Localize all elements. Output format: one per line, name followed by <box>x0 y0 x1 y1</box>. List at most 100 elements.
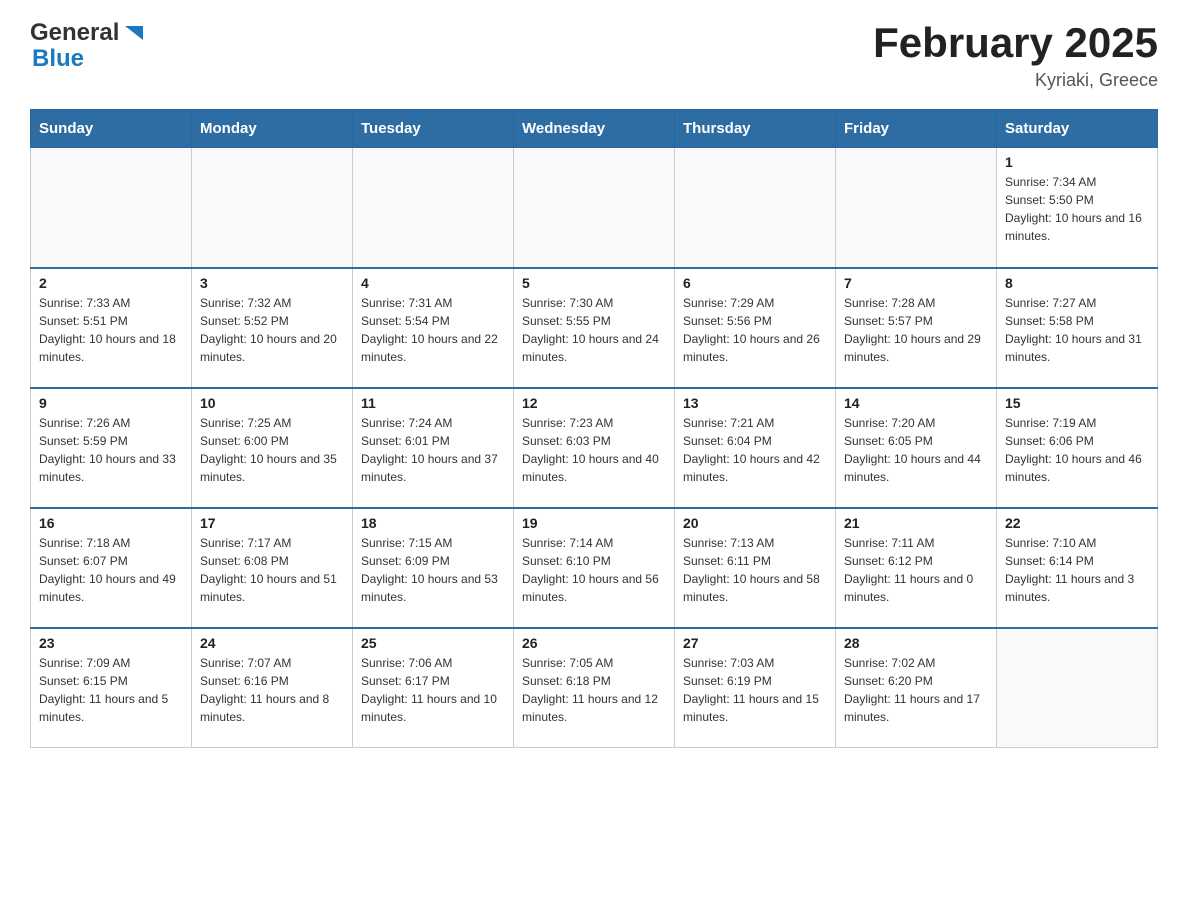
day-number: 28 <box>844 635 988 651</box>
logo-triangle-icon <box>121 22 143 44</box>
calendar-day-cell: 22 Sunrise: 7:10 AMSunset: 6:14 PMDayligh… <box>997 508 1158 628</box>
day-number: 5 <box>522 275 666 291</box>
calendar-table: SundayMondayTuesdayWednesdayThursdayFrid… <box>30 109 1158 748</box>
day-number: 1 <box>1005 154 1149 170</box>
calendar-day-cell <box>514 148 675 268</box>
calendar-day-cell: 12Sunrise: 7:23 AMSunset: 6:03 PMDayligh… <box>514 388 675 508</box>
day-info: Sunrise: 7:07 AMSunset: 6:16 PMDaylight:… <box>200 654 344 726</box>
calendar-day-cell: 7Sunrise: 7:28 AMSunset: 5:57 PMDaylight… <box>836 268 997 388</box>
calendar-week-row: 1 Sunrise: 7:34 AMSunset: 5:50 PMDaylight… <box>31 148 1158 268</box>
day-info: Sunrise: 7:24 AMSunset: 6:01 PMDaylight:… <box>361 414 505 486</box>
day-number: 2 <box>39 275 183 291</box>
day-number: 21 <box>844 515 988 531</box>
day-info: Sunrise: 7:14 AMSunset: 6:10 PMDaylight:… <box>522 534 666 606</box>
day-number: 19 <box>522 515 666 531</box>
calendar-day-cell <box>353 148 514 268</box>
calendar-day-cell: 18Sunrise: 7:15 AMSunset: 6:09 PMDayligh… <box>353 508 514 628</box>
calendar-day-cell: 24Sunrise: 7:07 AMSunset: 6:16 PMDayligh… <box>192 628 353 748</box>
day-info: Sunrise: 7:10 AMSunset: 6:14 PMDaylight:… <box>1005 534 1149 606</box>
day-info: Sunrise: 7:06 AMSunset: 6:17 PMDaylight:… <box>361 654 505 726</box>
day-number: 8 <box>1005 275 1149 291</box>
calendar-week-row: 2 Sunrise: 7:33 AMSunset: 5:51 PMDaylight… <box>31 268 1158 388</box>
calendar-day-cell: 2 Sunrise: 7:33 AMSunset: 5:51 PMDaylight… <box>31 268 192 388</box>
calendar-day-cell <box>997 628 1158 748</box>
day-number: 6 <box>683 275 827 291</box>
calendar-day-cell: 26 Sunrise: 7:05 AMSunset: 6:18 PMDayligh… <box>514 628 675 748</box>
calendar-day-cell: 3 Sunrise: 7:32 AMSunset: 5:52 PMDaylight… <box>192 268 353 388</box>
logo-container: General Blue <box>30 20 143 73</box>
day-info: Sunrise: 7:05 AMSunset: 6:18 PMDaylight:… <box>522 654 666 726</box>
day-number: 15 <box>1005 395 1149 411</box>
day-info: Sunrise: 7:25 AMSunset: 6:00 PMDaylight:… <box>200 414 344 486</box>
calendar-week-row: 16Sunrise: 7:18 AMSunset: 6:07 PMDayligh… <box>31 508 1158 628</box>
day-info: Sunrise: 7:11 AMSunset: 6:12 PMDaylight:… <box>844 534 988 606</box>
calendar-weekday-header: Saturday <box>997 110 1158 148</box>
day-info: Sunrise: 7:13 AMSunset: 6:11 PMDaylight:… <box>683 534 827 606</box>
day-info: Sunrise: 7:15 AMSunset: 6:09 PMDaylight:… <box>361 534 505 606</box>
calendar-day-cell: 20 Sunrise: 7:13 AMSunset: 6:11 PMDayligh… <box>675 508 836 628</box>
calendar-week-row: 23 Sunrise: 7:09 AMSunset: 6:15 PMDayligh… <box>31 628 1158 748</box>
location-subtitle: Kyriaki, Greece <box>873 70 1158 91</box>
calendar-day-cell <box>675 148 836 268</box>
logo-blue-text: Blue <box>32 46 84 72</box>
calendar-day-cell <box>31 148 192 268</box>
calendar-day-cell <box>192 148 353 268</box>
calendar-day-cell: 5 Sunrise: 7:30 AMSunset: 5:55 PMDaylight… <box>514 268 675 388</box>
day-info: Sunrise: 7:20 AMSunset: 6:05 PMDaylight:… <box>844 414 988 486</box>
day-info: Sunrise: 7:34 AMSunset: 5:50 PMDaylight:… <box>1005 173 1149 245</box>
day-number: 4 <box>361 275 505 291</box>
calendar-day-cell: 15Sunrise: 7:19 AMSunset: 6:06 PMDayligh… <box>997 388 1158 508</box>
month-year-title: February 2025 <box>873 20 1158 66</box>
calendar-weekday-header: Thursday <box>675 110 836 148</box>
calendar-day-cell: 11 Sunrise: 7:24 AMSunset: 6:01 PMDayligh… <box>353 388 514 508</box>
logo-general-text: General <box>30 20 119 46</box>
day-number: 22 <box>1005 515 1149 531</box>
calendar-day-cell: 25 Sunrise: 7:06 AMSunset: 6:17 PMDayligh… <box>353 628 514 748</box>
calendar-day-cell: 19 Sunrise: 7:14 AMSunset: 6:10 PMDayligh… <box>514 508 675 628</box>
day-number: 20 <box>683 515 827 531</box>
calendar-weekday-header: Monday <box>192 110 353 148</box>
calendar-weekday-header: Sunday <box>31 110 192 148</box>
day-info: Sunrise: 7:21 AMSunset: 6:04 PMDaylight:… <box>683 414 827 486</box>
calendar-day-cell: 17Sunrise: 7:17 AMSunset: 6:08 PMDayligh… <box>192 508 353 628</box>
day-info: Sunrise: 7:32 AMSunset: 5:52 PMDaylight:… <box>200 294 344 366</box>
day-number: 14 <box>844 395 988 411</box>
day-number: 10 <box>200 395 344 411</box>
calendar-day-cell: 14 Sunrise: 7:20 AMSunset: 6:05 PMDayligh… <box>836 388 997 508</box>
day-info: Sunrise: 7:29 AMSunset: 5:56 PMDaylight:… <box>683 294 827 366</box>
day-number: 7 <box>844 275 988 291</box>
logo-top-row: General <box>30 20 143 46</box>
calendar-day-cell: 6 Sunrise: 7:29 AMSunset: 5:56 PMDaylight… <box>675 268 836 388</box>
calendar-weekday-header: Friday <box>836 110 997 148</box>
calendar-day-cell: 8 Sunrise: 7:27 AMSunset: 5:58 PMDaylight… <box>997 268 1158 388</box>
day-number: 25 <box>361 635 505 651</box>
day-number: 3 <box>200 275 344 291</box>
calendar-weekday-header: Tuesday <box>353 110 514 148</box>
calendar-day-cell: 23 Sunrise: 7:09 AMSunset: 6:15 PMDayligh… <box>31 628 192 748</box>
title-block: February 2025 Kyriaki, Greece <box>873 20 1158 91</box>
day-info: Sunrise: 7:26 AMSunset: 5:59 PMDaylight:… <box>39 414 183 486</box>
calendar-week-row: 9Sunrise: 7:26 AMSunset: 5:59 PMDaylight… <box>31 388 1158 508</box>
day-number: 12 <box>522 395 666 411</box>
day-number: 26 <box>522 635 666 651</box>
day-info: Sunrise: 7:30 AMSunset: 5:55 PMDaylight:… <box>522 294 666 366</box>
day-info: Sunrise: 7:02 AMSunset: 6:20 PMDaylight:… <box>844 654 988 726</box>
calendar-day-cell: 16Sunrise: 7:18 AMSunset: 6:07 PMDayligh… <box>31 508 192 628</box>
calendar-weekday-header: Wednesday <box>514 110 675 148</box>
calendar-day-cell: 27Sunrise: 7:03 AMSunset: 6:19 PMDayligh… <box>675 628 836 748</box>
day-number: 23 <box>39 635 183 651</box>
day-info: Sunrise: 7:09 AMSunset: 6:15 PMDaylight:… <box>39 654 183 726</box>
day-number: 11 <box>361 395 505 411</box>
day-info: Sunrise: 7:33 AMSunset: 5:51 PMDaylight:… <box>39 294 183 366</box>
calendar-day-cell: 13 Sunrise: 7:21 AMSunset: 6:04 PMDayligh… <box>675 388 836 508</box>
day-number: 13 <box>683 395 827 411</box>
calendar-day-cell: 10 Sunrise: 7:25 AMSunset: 6:00 PMDayligh… <box>192 388 353 508</box>
day-number: 16 <box>39 515 183 531</box>
calendar-header-row: SundayMondayTuesdayWednesdayThursdayFrid… <box>31 110 1158 148</box>
day-info: Sunrise: 7:17 AMSunset: 6:08 PMDaylight:… <box>200 534 344 606</box>
calendar-day-cell: 4 Sunrise: 7:31 AMSunset: 5:54 PMDaylight… <box>353 268 514 388</box>
day-info: Sunrise: 7:27 AMSunset: 5:58 PMDaylight:… <box>1005 294 1149 366</box>
page-header: General Blue February 2025 Kyriaki, Gree… <box>30 20 1158 91</box>
day-info: Sunrise: 7:31 AMSunset: 5:54 PMDaylight:… <box>361 294 505 366</box>
calendar-day-cell: 21 Sunrise: 7:11 AMSunset: 6:12 PMDayligh… <box>836 508 997 628</box>
